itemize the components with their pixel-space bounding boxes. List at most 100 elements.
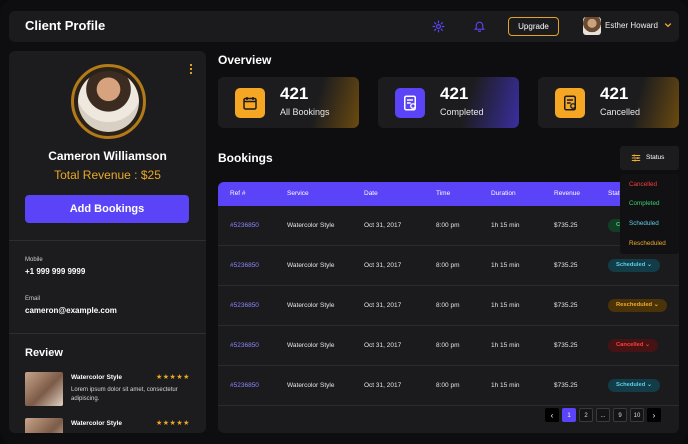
prev-page-button[interactable]: ‹ — [545, 408, 559, 422]
status-badge[interactable]: Rescheduled ⌄ — [608, 299, 667, 312]
review-item: Watercolor Style ★★★★★ Lorem ipsum dolor… — [25, 372, 195, 406]
chevron-down-icon[interactable] — [664, 21, 672, 29]
revenue-cell: $735.25 — [554, 342, 578, 349]
time-cell: 8:00 pm — [436, 382, 460, 389]
duration-cell: 1h 15 min — [491, 302, 520, 309]
email-value: cameron@example.com — [25, 306, 117, 315]
service-cell: Watercolor Style — [287, 342, 335, 349]
avatar[interactable] — [583, 17, 601, 35]
page-button[interactable]: 10 — [630, 408, 644, 422]
document-check-icon — [395, 88, 425, 118]
status-badge-label: Scheduled — [616, 382, 646, 388]
page-title: Client Profile — [25, 18, 106, 33]
table-row[interactable]: #5236850 Watercolor Style Oct 31, 2017 8:00… — [218, 366, 679, 406]
time-cell: 8:00 pm — [436, 302, 460, 309]
status-option-rescheduled[interactable]: Rescheduled — [629, 240, 666, 247]
top-bar: Client Profile Upgrade Esther Howard — [9, 11, 679, 42]
profile-photo-frame — [71, 64, 146, 139]
column-header[interactable]: Revenue — [554, 190, 580, 197]
more-options-icon[interactable] — [189, 63, 193, 75]
service-cell: Watercolor Style — [287, 262, 335, 269]
table-row[interactable]: #5236850 Watercolor Style Oct 31, 2017 8:00… — [218, 206, 679, 246]
bookings-title: Bookings — [218, 151, 273, 165]
service-cell: Watercolor Style — [287, 382, 335, 389]
status-filter-label: Status — [646, 154, 665, 161]
email-label: Email — [25, 296, 41, 302]
status-badge[interactable]: Scheduled ⌄ — [608, 379, 660, 392]
table-header: Ref # Service Date Time Duration Revenue… — [218, 182, 679, 206]
column-header[interactable]: Service — [287, 190, 309, 197]
client-name: Cameron Williamson — [48, 149, 167, 163]
date-cell: Oct 31, 2017 — [364, 222, 402, 229]
mobile-value: +1 999 999 9999 — [25, 267, 86, 276]
chevron-down-icon: ⌄ — [645, 262, 652, 268]
stat-label: Cancelled — [600, 107, 641, 117]
page-button[interactable]: 1 — [562, 408, 576, 422]
add-bookings-button[interactable]: Add Bookings — [25, 195, 189, 223]
stat-value: 421 — [600, 84, 629, 103]
next-page-button[interactable]: › — [647, 408, 661, 422]
table-row[interactable]: #5236850 Watercolor Style Oct 31, 2017 8:00… — [218, 326, 679, 366]
status-option-cancelled[interactable]: Cancelled — [629, 181, 657, 188]
stat-card-cancelled: 421 Cancelled — [538, 77, 679, 128]
column-header[interactable]: Duration — [491, 190, 516, 197]
column-header[interactable]: Time — [436, 190, 450, 197]
date-cell: Oct 31, 2017 — [364, 262, 402, 269]
app-frame: Client Profile Upgrade Esther Howard Cam… — [0, 0, 688, 444]
ref-cell[interactable]: #5236850 — [230, 222, 259, 229]
stat-card-all-bookings: 421 All Bookings — [218, 77, 359, 128]
time-cell: 8:00 pm — [436, 342, 460, 349]
date-cell: Oct 31, 2017 — [364, 382, 402, 389]
star-rating: ★★★★★ — [156, 420, 190, 427]
ref-cell[interactable]: #5236850 — [230, 382, 259, 389]
table-row[interactable]: #5236850 Watercolor Style Oct 31, 2017 8:00… — [218, 246, 679, 286]
service-cell: Watercolor Style — [287, 302, 335, 309]
stat-card-completed: 421 Completed — [378, 77, 519, 128]
ref-cell[interactable]: #5236850 — [230, 262, 259, 269]
date-cell: Oct 31, 2017 — [364, 342, 402, 349]
gear-icon[interactable] — [432, 20, 445, 33]
duration-cell: 1h 15 min — [491, 262, 520, 269]
bookings-table: Ref # Service Date Time Duration Revenue… — [218, 182, 679, 433]
bell-icon[interactable] — [473, 19, 486, 33]
duration-cell: 1h 15 min — [491, 342, 520, 349]
stat-label: All Bookings — [280, 107, 330, 117]
review-item: Watercolor Style ★★★★★ — [25, 418, 195, 433]
column-header[interactable]: Ref # — [230, 190, 246, 197]
review-title: Review — [25, 347, 63, 359]
star-rating: ★★★★★ — [156, 374, 190, 381]
status-badge-label: Scheduled — [616, 262, 646, 268]
review-thumbnail — [25, 418, 63, 433]
review-thumbnail — [25, 372, 63, 406]
stat-value: 421 — [440, 84, 469, 103]
profile-photo — [78, 71, 139, 132]
profile-panel: Cameron Williamson Total Revenue : $25 A… — [9, 51, 206, 433]
page-button[interactable]: 9 — [613, 408, 627, 422]
chevron-down-icon: ⌄ — [643, 342, 650, 348]
status-badge-label: Cancelled — [616, 342, 644, 348]
stat-value: 421 — [280, 84, 309, 103]
ref-cell[interactable]: #5236850 — [230, 342, 259, 349]
upgrade-button[interactable]: Upgrade — [508, 17, 559, 36]
status-badge[interactable]: Cancelled ⌄ — [608, 339, 658, 352]
table-row[interactable]: #5236850 Watercolor Style Oct 31, 2017 8:00… — [218, 286, 679, 326]
ref-cell[interactable]: #5236850 — [230, 302, 259, 309]
status-option-scheduled[interactable]: Scheduled — [629, 220, 659, 227]
status-filter-button[interactable]: Status — [620, 146, 679, 170]
column-header[interactable]: Date — [364, 190, 378, 197]
review-service: Watercolor Style — [71, 420, 123, 427]
document-cancel-icon — [555, 88, 585, 118]
status-option-completed[interactable]: Completed — [629, 200, 659, 207]
chevron-down-icon: ⌄ — [645, 382, 652, 388]
status-badge[interactable]: Scheduled ⌄ — [608, 259, 660, 272]
revenue-cell: $735.25 — [554, 262, 578, 269]
date-cell: Oct 31, 2017 — [364, 302, 402, 309]
revenue-cell: $735.25 — [554, 222, 578, 229]
divider — [9, 240, 206, 241]
page-ellipsis: ... — [596, 408, 610, 422]
user-name[interactable]: Esther Howard — [605, 21, 658, 30]
page-button[interactable]: 2 — [579, 408, 593, 422]
review-service: Watercolor Style — [71, 374, 123, 381]
duration-cell: 1h 15 min — [491, 382, 520, 389]
status-dropdown-menu: Cancelled Completed Scheduled Reschedule… — [620, 174, 679, 254]
